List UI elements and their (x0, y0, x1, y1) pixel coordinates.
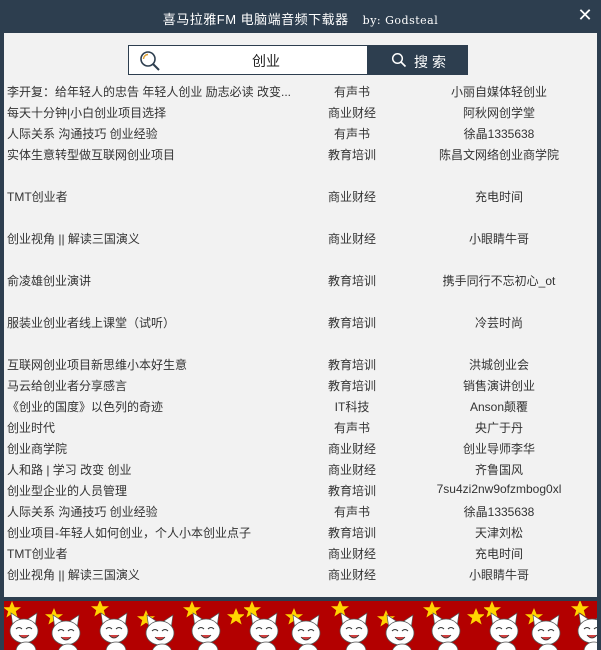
search-icon (140, 51, 160, 71)
result-title: 马云给创业者分享感言 (7, 379, 128, 393)
result-title: 人际关系 沟通技巧 创业经验 (7, 127, 158, 141)
result-author: 小眼睛牛哥 (468, 232, 529, 246)
result-row[interactable]: 创业视角 || 解读三国演义 商业财经 小眼睛牛哥 (4, 564, 597, 585)
result-author: 徐晶1335638 (463, 505, 535, 519)
search-button[interactable]: 搜索 (368, 45, 468, 75)
result-author: 洪城创业会 (468, 358, 529, 372)
result-author: 充电时间 (474, 547, 523, 561)
result-row[interactable]: 每天十分钟|小白创业项目选择 商业财经 阿秋网创学堂 (4, 102, 597, 123)
result-category: 商业财经 (327, 190, 376, 204)
result-title: 人际关系 沟通技巧 创业经验 (7, 505, 158, 519)
result-row[interactable]: 服装业创业者线上课堂（试听） 教育培训 冷芸时尚 (4, 312, 597, 333)
result-title: 实体生意转型做互联网创业项目 (7, 148, 176, 162)
result-category: 教育培训 (327, 526, 376, 540)
result-author: 创业导师李华 (462, 442, 535, 456)
result-author: 阿秋网创学堂 (462, 106, 535, 120)
result-row[interactable]: 俞凌雄创业演讲 教育培训 携手同行不忘初心_ot (4, 270, 597, 291)
result-row[interactable]: 创业型企业的人员管理 教育培训 7su4zi2nw9ofzmbog0xl (4, 480, 597, 501)
app-title: 喜马拉雅FM 电脑端音频下载器 (162, 12, 349, 27)
result-title: 每天十分钟|小白创业项目选择 (7, 106, 167, 120)
result-author: 冷芸时尚 (474, 316, 523, 330)
result-category: 有声书 (333, 127, 370, 141)
result-title: 创业型企业的人员管理 (7, 484, 128, 498)
result-category: 有声书 (333, 505, 370, 519)
result-category: 商业财经 (327, 232, 376, 246)
result-row[interactable]: 《创业的国度》以色列的奇迹 IT科技 Anson颠覆 (4, 396, 597, 417)
result-row[interactable]: 人和路 | 学习 改变 创业 商业财经 齐鲁国风 (4, 459, 597, 480)
result-row[interactable]: 马云给创业者分享感言 教育培训 销售演讲创业 (4, 375, 597, 396)
result-category: IT科技 (334, 400, 370, 414)
result-category: 商业财经 (327, 463, 376, 477)
result-row[interactable]: TMT创业者 商业财经 充电时间 (4, 186, 597, 207)
result-category: 教育培训 (327, 484, 376, 498)
result-title: TMT创业者 (7, 190, 68, 204)
result-author: 陈昌文网络创业商学院 (438, 148, 559, 162)
result-title: 创业视角 || 解读三国演义 (7, 568, 140, 582)
result-list: 李开复：给年轻人的忠告 年轻人创业 励志必读 改变... 有声书 小丽自媒体轻创业每… (4, 81, 597, 597)
close-button[interactable]: ✕ (575, 6, 595, 26)
result-title: 服装业创业者线上课堂（试听） (7, 316, 176, 330)
result-author: 销售演讲创业 (462, 379, 535, 393)
result-row[interactable]: 创业商学院 商业财经 创业导师李华 (4, 438, 597, 459)
result-category: 有声书 (333, 421, 370, 435)
result-category: 有声书 (333, 85, 370, 99)
result-category: 教育培训 (327, 148, 376, 162)
result-category: 教育培训 (327, 316, 376, 330)
result-category: 商业财经 (327, 106, 376, 120)
result-author: 央广于丹 (474, 421, 523, 435)
search-bar: 搜索 (128, 45, 468, 76)
banner-tile (484, 601, 597, 650)
result-title: 《创业的国度》以色列的奇迹 (7, 400, 164, 414)
footer-banner (4, 601, 597, 650)
result-row[interactable]: 李开复：给年轻人的忠告 年轻人创业 励志必读 改变... 有声书 小丽自媒体轻创业 (4, 81, 597, 102)
app-window: 喜马拉雅FM 电脑端音频下载器by: Godsteal ✕ 搜索 李开复：给 (0, 0, 601, 650)
result-title: 李开复：给年轻人的忠告 年轻人创业 励志必读 改变... (7, 85, 292, 99)
result-title: 创业商学院 (7, 442, 68, 456)
title-bar[interactable]: 喜马拉雅FM 电脑端音频下载器 by: Godsteal ✕ (0, 0, 601, 33)
result-author: 7su4zi2nw9ofzmbog0xl (436, 482, 562, 496)
result-title: 互联网创业项目新思维小本好生意 (7, 358, 188, 372)
result-author: Anson颠覆 (469, 400, 529, 414)
result-author: 天津刘松 (474, 526, 523, 540)
content-area: 搜索 李开复：给年轻人的忠告 年轻人创业 励志必读 改变... 有声书 小丽自媒体轻… (4, 33, 597, 597)
result-category: 教育培训 (327, 358, 376, 372)
result-row[interactable]: 实体生意转型做互联网创业项目 教育培训 陈昌文网络创业商学院 (4, 144, 597, 165)
banner-tile (244, 601, 484, 650)
search-box[interactable] (128, 45, 368, 76)
window-title: 喜马拉雅FM 电脑端音频下载器 by: Godsteal (0, 9, 601, 28)
result-title: 人和路 | 学习 改变 创业 (7, 463, 132, 477)
result-author: 徐晶1335638 (463, 127, 535, 141)
result-category: 教育培训 (327, 379, 376, 393)
result-row[interactable]: 互联网创业项目新思维小本好生意 教育培训 洪城创业会 (4, 354, 597, 375)
result-row[interactable]: TMT创业者 商业财经 充电时间 (4, 543, 597, 564)
result-author: 小眼睛牛哥 (468, 568, 529, 582)
result-author: 充电时间 (474, 190, 523, 204)
banner-tile (4, 601, 244, 650)
result-title: 创业项目-年轻人如何创业，个人小本创业点子 (7, 526, 251, 540)
author-credit: by: Godsteal (362, 14, 439, 27)
result-row[interactable]: 创业时代 有声书 央广于丹 (4, 417, 597, 438)
close-icon: ✕ (577, 5, 593, 26)
result-title: 创业视角 || 解读三国演义 (7, 232, 140, 246)
search-button-label: 搜索 (414, 54, 450, 70)
result-title: 创业时代 (7, 421, 56, 435)
result-author: 携手同行不忘初心_ot (442, 274, 556, 288)
result-row[interactable]: 人际关系 沟通技巧 创业经验 有声书 徐晶1335638 (4, 501, 597, 522)
result-title: TMT创业者 (7, 547, 68, 561)
search-button-icon (391, 52, 407, 68)
result-title: 俞凌雄创业演讲 (7, 274, 92, 288)
result-author: 齐鲁国风 (474, 463, 523, 477)
result-category: 商业财经 (327, 442, 376, 456)
search-input[interactable] (169, 46, 363, 76)
result-row[interactable]: 创业项目-年轻人如何创业，个人小本创业点子 教育培训 天津刘松 (4, 522, 597, 543)
result-author: 小丽自媒体轻创业 (450, 85, 547, 99)
result-row[interactable]: 创业视角 || 解读三国演义 商业财经 小眼睛牛哥 (4, 228, 597, 249)
result-row[interactable]: 人际关系 沟通技巧 创业经验 有声书 徐晶1335638 (4, 123, 597, 144)
result-category: 商业财经 (327, 547, 376, 561)
result-category: 商业财经 (327, 568, 376, 582)
result-category: 教育培训 (327, 274, 376, 288)
